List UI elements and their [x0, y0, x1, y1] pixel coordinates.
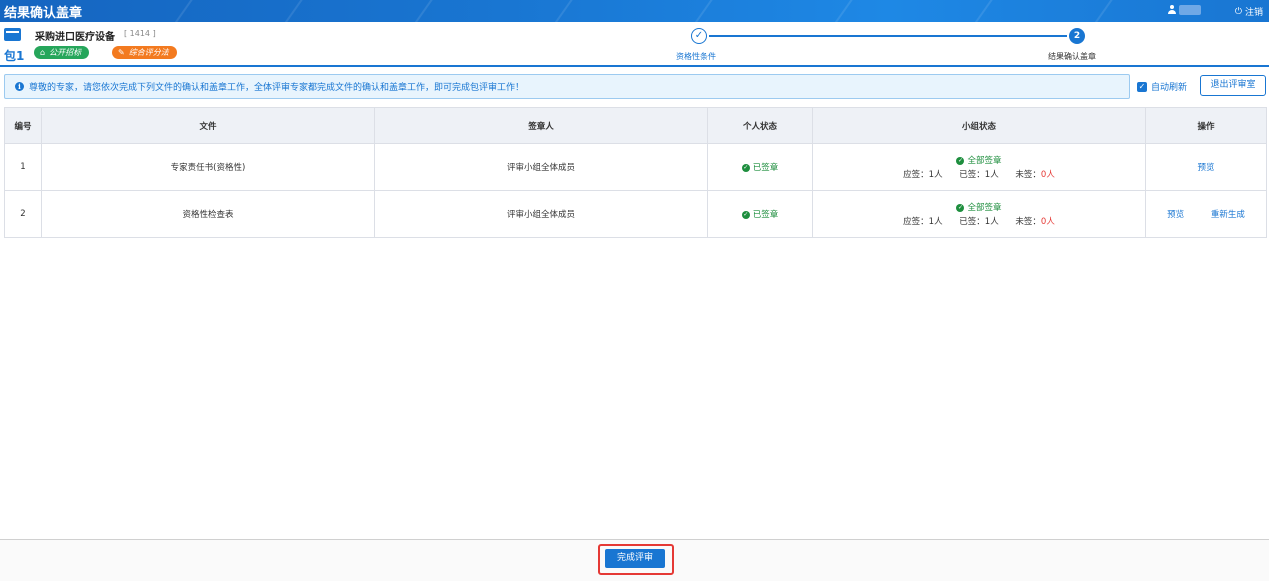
personal-status: ✓ 已签章 — [707, 143, 813, 191]
table-row: 2 资格性检查表 评审小组全体成员 ✓ 已签章 ✓ 全部签章 应签：1人 已签：1人… — [4, 190, 1267, 238]
file-name: 专家责任书(资格性) — [41, 143, 375, 191]
header-actions: 操作 — [1145, 107, 1267, 144]
preview-link[interactable]: 预览 — [1167, 210, 1184, 220]
signer: 评审小组全体成员 — [374, 190, 708, 238]
header-personal-status: 个人状态 — [707, 107, 813, 144]
user-menu[interactable] — [1168, 5, 1201, 15]
regenerate-link[interactable]: 重新生成 — [1211, 210, 1245, 220]
row-number: 1 — [4, 143, 42, 191]
finish-review-button[interactable]: 完成评审 — [605, 549, 665, 568]
user-icon — [1168, 5, 1176, 15]
scoring-method-tag: ✎ 综合评分法 — [112, 46, 177, 59]
procurement-method-tag: ⌂ 公开招标 — [34, 46, 90, 59]
info-icon: i — [15, 82, 24, 91]
auto-refresh-toggle[interactable]: ✓ 自动刷新 — [1137, 80, 1187, 93]
user-name-redacted — [1179, 5, 1201, 15]
exit-review-button[interactable]: 退出评审室 — [1200, 75, 1266, 96]
folder-icon — [4, 28, 21, 41]
check-circle-icon: ✓ — [956, 203, 965, 212]
unsigned-label: 未签： — [1015, 217, 1041, 227]
logout-label: 注销 — [1244, 8, 1263, 18]
bank-icon: ⌂ — [40, 48, 46, 57]
actions-cell: 预览 重新生成 — [1145, 190, 1267, 238]
check-circle-icon: ✓ — [956, 156, 965, 165]
unsigned-count: 未签：0人 — [1015, 217, 1054, 227]
file-name: 资格性检查表 — [41, 190, 375, 238]
header-signer: 签章人 — [374, 107, 708, 144]
document-table: 编号 文件 签章人 个人状态 小组状态 操作 1 专家责任书(资格性) 评审小组… — [4, 107, 1267, 238]
top-bar: 结果确认盖章 ⏻ 注销 — [0, 0, 1269, 22]
group-status-label: 全部签章 — [967, 203, 1002, 213]
step-1-circle: ✓ — [691, 28, 707, 44]
unsigned-value: 0人 — [1040, 217, 1055, 227]
package-label: 包1 — [4, 49, 25, 63]
scoring-method-label: 综合评分法 — [128, 48, 169, 57]
procurement-method-label: 公开招标 — [49, 48, 82, 57]
actions-cell: 预览 — [1145, 143, 1267, 191]
notice-banner: i 尊敬的专家，请您依次完成下列文件的确认和盖章工作，全体评审专家都完成文件的确… — [4, 74, 1130, 99]
table-header-row: 编号 文件 签章人 个人状态 小组状态 操作 — [4, 107, 1267, 144]
header-file: 文件 — [41, 107, 375, 144]
should-sign-count: 应签：1人 — [903, 217, 943, 227]
group-status: ✓ 全部签章 应签：1人 已签：1人 未签：0人 — [812, 143, 1146, 191]
group-status: ✓ 全部签章 应签：1人 已签：1人 未签：0人 — [812, 190, 1146, 238]
app-title: 结果确认盖章 — [4, 6, 83, 21]
notice-text: 尊敬的专家，请您依次完成下列文件的确认和盖章工作，全体评审专家都完成文件的确认和… — [29, 83, 525, 93]
auto-refresh-label: 自动刷新 — [1151, 83, 1188, 93]
pencil-icon: ✎ — [118, 48, 125, 57]
check-circle-icon: ✓ — [741, 163, 750, 172]
preview-link[interactable]: 预览 — [1197, 163, 1214, 173]
personal-status: ✓ 已签章 — [707, 190, 813, 238]
step-progress-line — [709, 35, 1067, 37]
unsigned-value: 0人 — [1040, 170, 1055, 180]
auto-refresh-checkbox[interactable]: ✓ — [1137, 81, 1147, 92]
logout-button[interactable]: ⏻ 注销 — [1234, 5, 1263, 19]
header-no: 编号 — [4, 107, 42, 144]
table-row: 1 专家责任书(资格性) 评审小组全体成员 ✓ 已签章 ✓ 全部签章 应签：1人 已… — [4, 143, 1267, 191]
project-name: 采购进口医疗设备 — [35, 32, 115, 43]
project-header: 采购进口医疗设备 [ 1414 ] 包1 ⌂ 公开招标 ✎ 综合评分法 ✓ 2 … — [0, 22, 1269, 67]
personal-status-label: 已签章 — [752, 210, 779, 220]
step-2-circle: 2 — [1069, 28, 1085, 44]
header-group-status: 小组状态 — [812, 107, 1146, 144]
group-status-label: 全部签章 — [967, 156, 1002, 166]
power-icon: ⏻ — [1234, 6, 1242, 17]
should-sign-count: 应签：1人 — [903, 170, 943, 180]
row-number: 2 — [4, 190, 42, 238]
footer-bar: 完成评审 — [0, 539, 1269, 581]
check-circle-icon: ✓ — [741, 210, 750, 219]
signed-count: 已签：1人 — [959, 217, 999, 227]
unsigned-label: 未签： — [1015, 170, 1041, 180]
signed-count: 已签：1人 — [959, 170, 999, 180]
step-1-label: 资格性条件 — [676, 52, 716, 61]
project-id: [ 1414 ] — [124, 29, 156, 38]
personal-status-label: 已签章 — [752, 163, 779, 173]
unsigned-count: 未签：0人 — [1015, 170, 1054, 180]
step-2-label: 结果确认盖章 — [1048, 52, 1096, 61]
signer: 评审小组全体成员 — [374, 143, 708, 191]
